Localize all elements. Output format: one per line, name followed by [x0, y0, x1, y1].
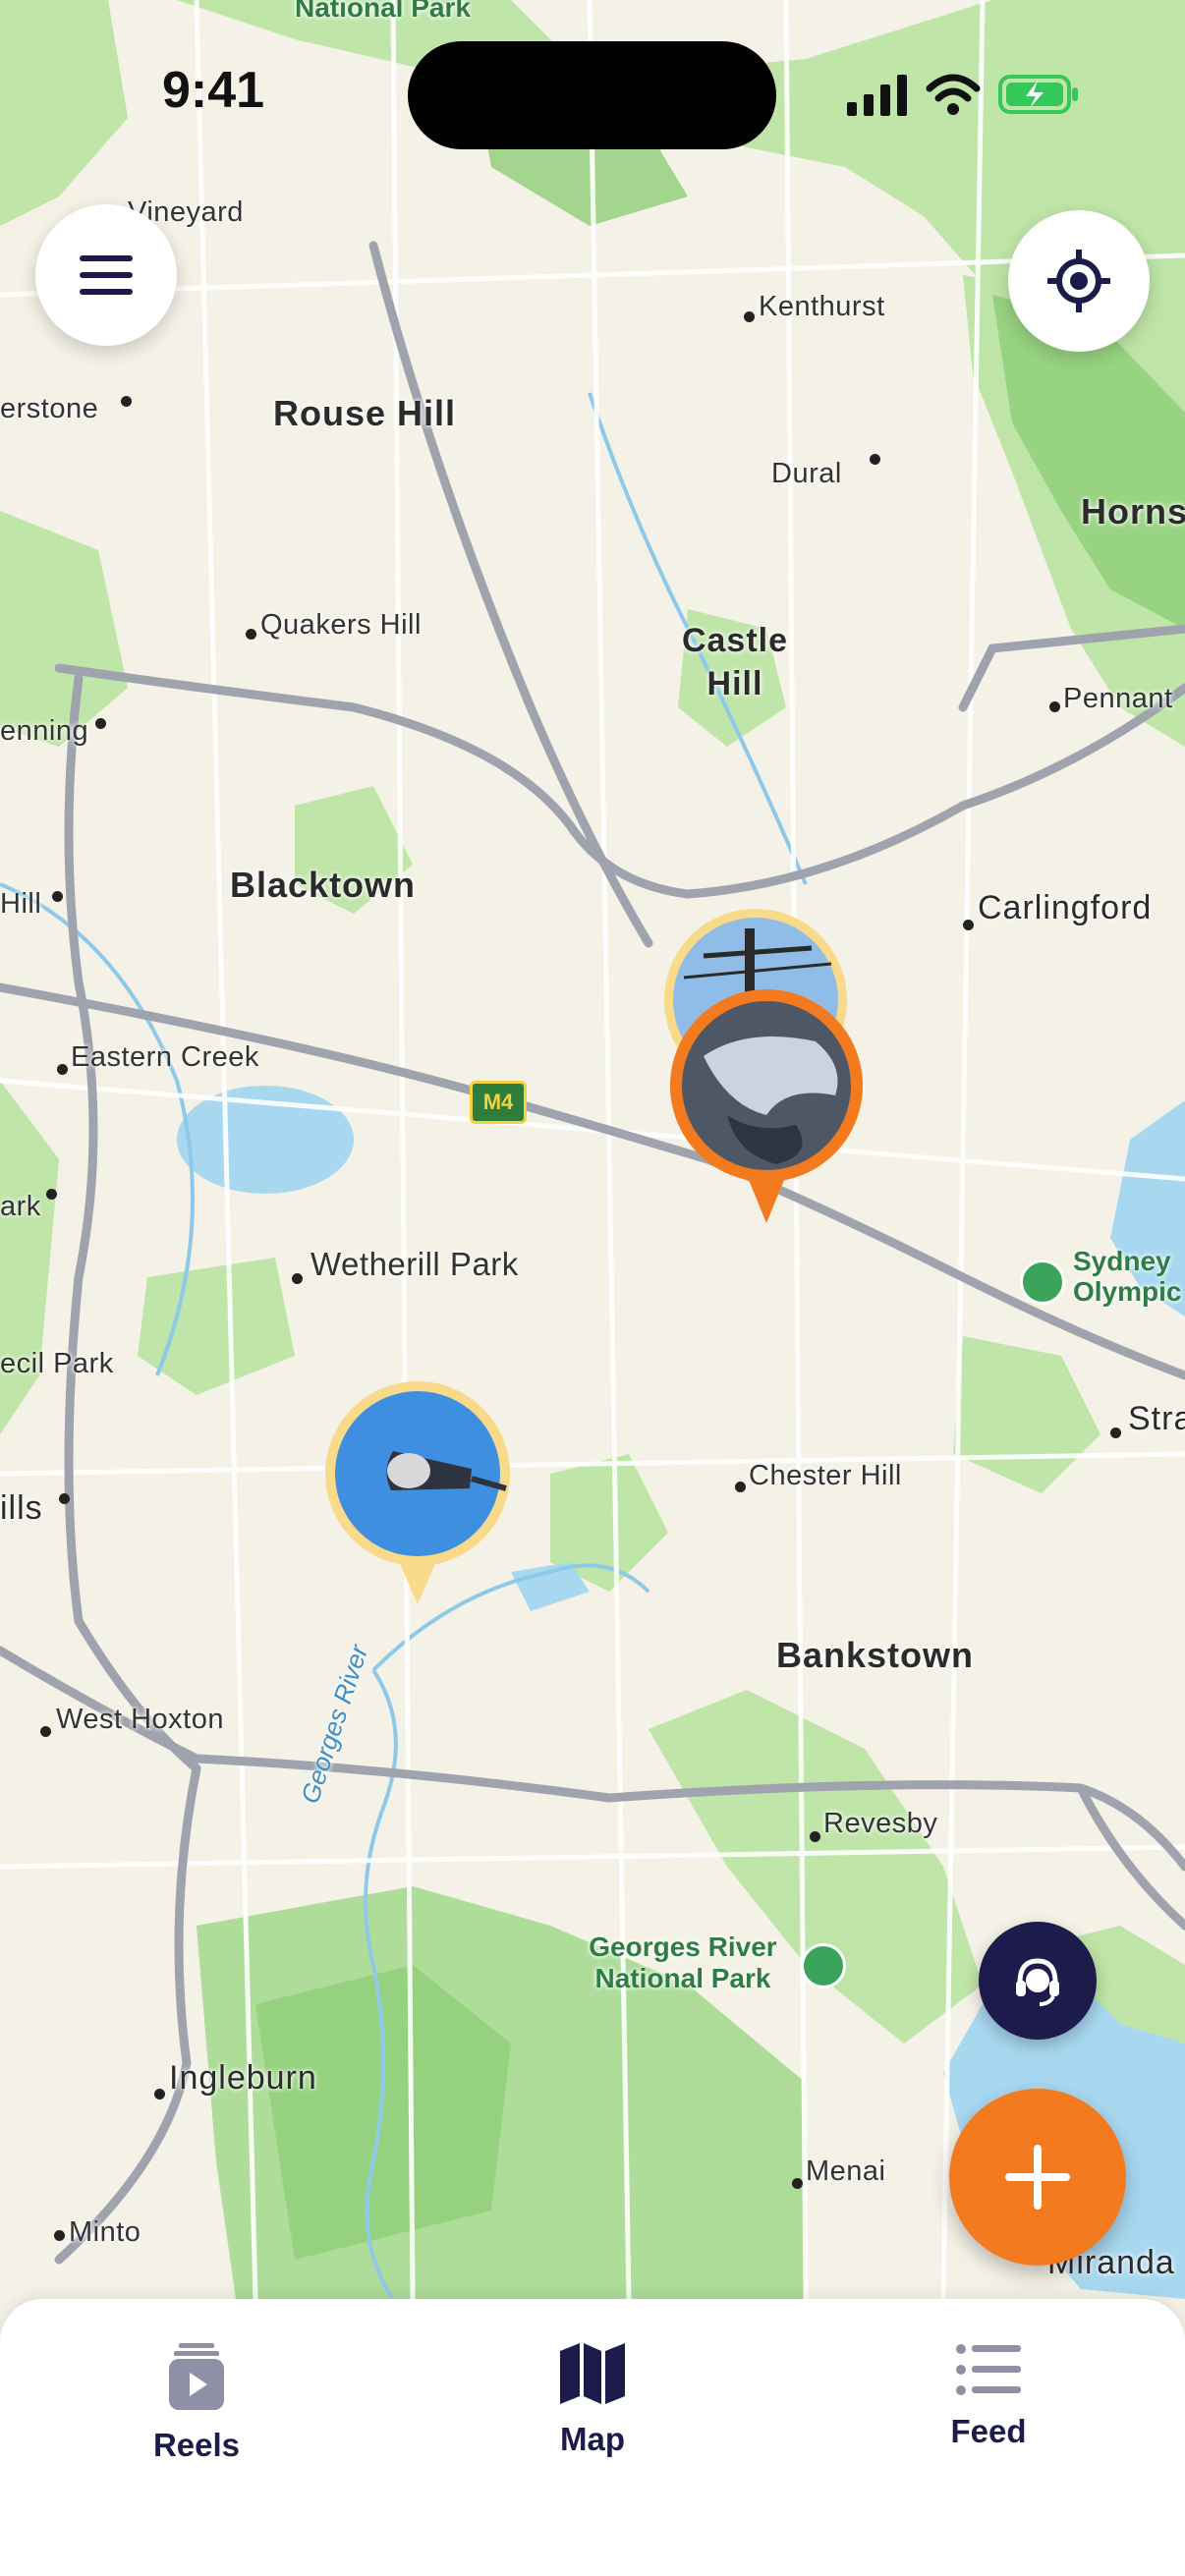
dynamic-island — [408, 41, 776, 149]
status-bar: 9:41 — [0, 0, 1185, 149]
tab-reels-label: Reels — [152, 2427, 241, 2463]
hills-left-label: ills — [0, 1489, 43, 1527]
menai-label: Menai — [806, 2156, 886, 2187]
bankstown-label: Bankstown — [776, 1635, 975, 1675]
pennant-dot — [1049, 701, 1060, 712]
pennant-label: Pennant — [1063, 683, 1173, 714]
tab-feed-label: Feed — [950, 2413, 1027, 2449]
glenning-dot — [95, 718, 106, 729]
georges-river-np-label: Georges River National Park — [589, 1932, 777, 1993]
status-time: 9:41 — [162, 62, 265, 119]
carlingford-dot — [963, 920, 974, 930]
support-button[interactable] — [979, 1922, 1097, 2040]
revesby-dot — [810, 1831, 820, 1842]
park-tree-icon — [1020, 1260, 1065, 1305]
plus-icon — [1005, 2145, 1070, 2210]
m4-motorway-shield: M4 — [470, 1081, 527, 1124]
signal-icon — [847, 75, 907, 116]
chester-hill-label: Chester Hill — [749, 1460, 902, 1491]
photo-pin-streetlight[interactable] — [324, 1380, 511, 1606]
eastern-creek-dot — [57, 1064, 68, 1075]
chester-hill-dot — [735, 1482, 746, 1492]
hill-left-label: Hill — [0, 888, 42, 920]
menai-dot — [792, 2178, 803, 2189]
quakers-hill-label: Quakers Hill — [260, 609, 422, 641]
ingleburn-dot — [154, 2089, 165, 2100]
tab-feed[interactable]: Feed — [871, 2343, 1106, 2450]
park-tree-icon — [801, 1943, 846, 1988]
tab-map-label: Map — [560, 2421, 625, 2457]
blacktown-label: Blacktown — [230, 865, 417, 905]
reels-icon — [169, 2343, 224, 2410]
bottom-tab-bar: Reels Map Feed — [0, 2299, 1185, 2576]
park-left-label: ark — [0, 1191, 41, 1222]
dural-label: Dural — [771, 458, 842, 489]
crosshair-location-icon — [1047, 250, 1110, 312]
riverstone-label: erstone — [0, 393, 99, 424]
castle-hill-label: Castle Hill — [681, 622, 789, 702]
battery-charging-icon — [998, 75, 1078, 114]
riverstone-dot — [121, 396, 132, 407]
strathfield-dot — [1110, 1428, 1121, 1438]
hills-left-dot — [59, 1493, 70, 1504]
wetherill-park-dot — [292, 1273, 303, 1284]
carlingford-label: Carlingford — [978, 889, 1153, 926]
hornsby-label: Horns — [1081, 491, 1185, 532]
revesby-label: Revesby — [823, 1808, 938, 1839]
park-left-dot — [46, 1189, 57, 1200]
menu-button[interactable] — [35, 204, 177, 346]
headset-support-icon — [1016, 1958, 1059, 2006]
ingleburn-label: Ingleburn — [169, 2059, 317, 2097]
hill-left-dot — [52, 891, 63, 902]
locate-me-button[interactable] — [1008, 210, 1150, 352]
minto-dot — [54, 2230, 65, 2241]
sydney-olympic-label: Sydney Olympic — [1073, 1246, 1182, 1307]
west-hoxton-dot — [40, 1726, 51, 1737]
rouse-hill-label: Rouse Hill — [273, 393, 457, 433]
tab-reels[interactable]: Reels — [79, 2343, 314, 2464]
quakers-hill-dot — [246, 629, 256, 640]
minto-label: Minto — [69, 2216, 141, 2248]
eastern-creek-label: Eastern Creek — [71, 1041, 259, 1073]
cecil-park-label: ecil Park — [0, 1348, 114, 1379]
strathfield-label: Stra — [1128, 1400, 1185, 1437]
tab-map[interactable]: Map — [475, 2343, 710, 2458]
add-report-button[interactable] — [949, 2089, 1126, 2266]
dural-dot — [870, 454, 880, 465]
glenning-label: enning — [0, 715, 89, 747]
west-hoxton-label: West Hoxton — [56, 1704, 224, 1735]
list-icon — [956, 2344, 1021, 2395]
wifi-icon — [926, 74, 981, 115]
photo-pin-pothole[interactable] — [668, 987, 865, 1233]
hamburger-menu-icon — [80, 255, 133, 295]
map-icon — [560, 2343, 625, 2404]
kenthurst-label: Kenthurst — [759, 291, 885, 322]
wetherill-park-label: Wetherill Park — [310, 1246, 519, 1282]
kenthurst-dot — [744, 311, 755, 322]
